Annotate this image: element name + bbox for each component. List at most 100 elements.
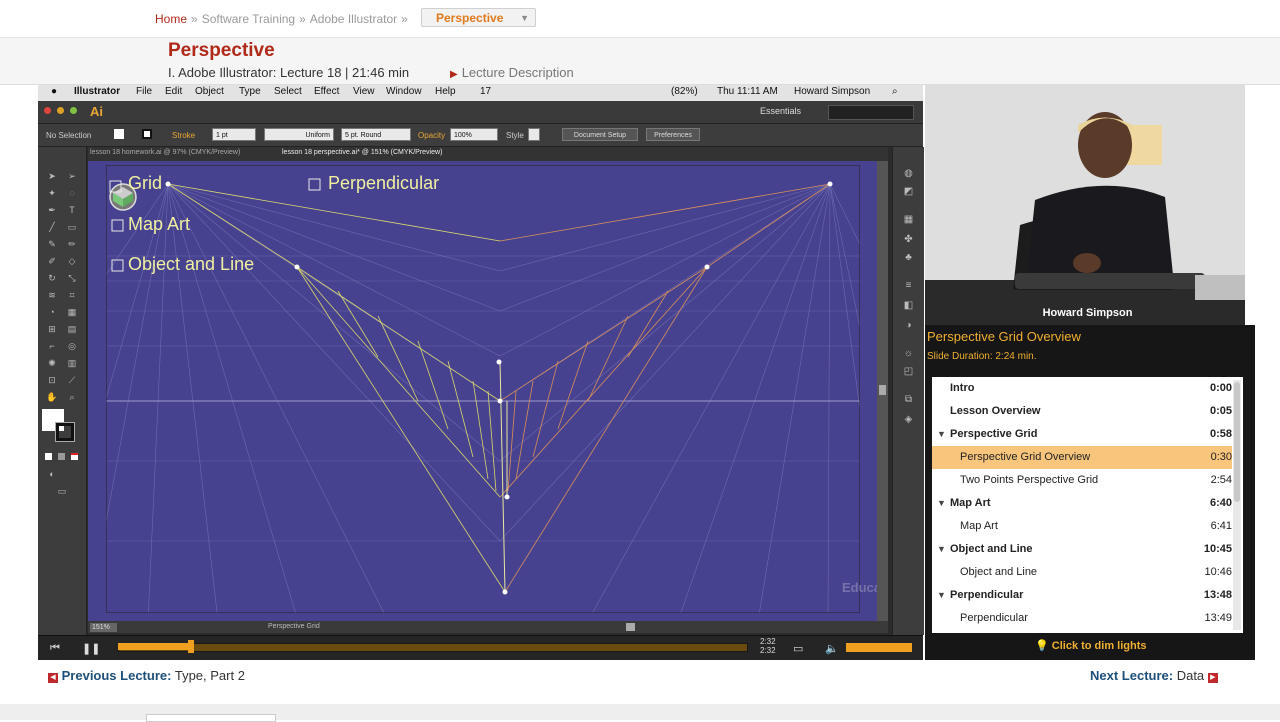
- skip-back-icon[interactable]: ⏮: [50, 642, 60, 655]
- magic-wand-icon: ✦: [48, 188, 56, 198]
- dim-lights-button[interactable]: 💡 Click to dim lights: [1035, 639, 1147, 652]
- breadcrumb-home-link[interactable]: Home: [155, 12, 187, 26]
- doc-tab-homework: lesson 18 homework.ai @ 97% (CMYK/Previe…: [90, 149, 241, 156]
- spotlight-search-icon: ⌕: [892, 86, 898, 97]
- time-total: 2:32: [760, 646, 776, 655]
- pencil-icon: ✏: [68, 239, 76, 249]
- breadcrumb: Home» Software Training» Adobe Illustrator…: [155, 12, 408, 26]
- mesh-icon: ⊞: [48, 324, 56, 334]
- list-item[interactable]: Lesson Overview 0:05: [932, 400, 1232, 423]
- expand-triangle-icon[interactable]: ▼: [937, 423, 946, 446]
- instructor-name: Howard Simpson: [1042, 307, 1133, 319]
- footer-tab[interactable]: [146, 714, 276, 722]
- canvas-label-grid: Grid: [128, 173, 163, 193]
- scrollbar-thumb: [879, 385, 886, 395]
- doc-tab-perspective: lesson 18 perspective.ai* @ 151% (CMYK/P…: [282, 149, 443, 156]
- window-zoom-icon: [70, 107, 77, 114]
- pause-icon[interactable]: ❚❚: [82, 642, 100, 655]
- instructor-image: [925, 85, 1245, 325]
- brushes-icon: ✤: [904, 234, 913, 245]
- line-tool-icon: ╱: [49, 222, 55, 232]
- list-item-active[interactable]: Perspective Grid Overview 0:30: [932, 446, 1232, 469]
- menu-edit: Edit: [165, 86, 183, 97]
- document-setup-button: Document Setup: [562, 128, 638, 141]
- opacity-field: 100%: [450, 128, 498, 141]
- next-lecture-link[interactable]: Next Lecture: Data ▶: [1090, 668, 1218, 683]
- canvas-vertical-scrollbar: [877, 161, 888, 621]
- variable-width-profile: Uniform: [264, 128, 334, 141]
- workspace-switcher: Essentials: [760, 106, 802, 116]
- menubar-user: Howard Simpson: [794, 86, 871, 97]
- swatches-icon: ▦: [903, 214, 914, 225]
- lecture-description-link[interactable]: ▶ Lecture Description: [450, 65, 574, 80]
- expand-triangle-icon[interactable]: ▼: [937, 584, 946, 607]
- artboard-canvas: Grid Perpendicular Map Art Object and Li…: [88, 161, 888, 621]
- arrow-right-icon: ▶: [1207, 673, 1218, 683]
- window-close-icon: [44, 107, 51, 114]
- warp-icon: ≋: [48, 290, 56, 300]
- stroke-color-icon: [55, 422, 75, 442]
- volume-icon[interactable]: 🔈: [825, 642, 839, 655]
- gradient-icon: ▤: [67, 324, 77, 334]
- zoom-field: 151%: [90, 623, 117, 632]
- graphic-styles-icon: ◰: [903, 366, 914, 377]
- list-item[interactable]: Object and Line 10:46: [932, 561, 1232, 584]
- breadcrumb-link-software-training[interactable]: Software Training: [202, 12, 295, 26]
- selection-status: No Selection: [46, 131, 92, 140]
- battery-status: (82%): [671, 86, 698, 97]
- stroke-panel-icon: ≡: [905, 280, 912, 291]
- volume-slider[interactable]: [846, 643, 912, 652]
- previous-lecture-link[interactable]: ◀ Previous Lecture: Type, Part 2: [48, 668, 245, 683]
- list-item[interactable]: Intro 0:00: [932, 377, 1232, 400]
- list-item[interactable]: ▼ Object and Line 10:45: [932, 538, 1232, 561]
- chevron-down-icon: ▼: [520, 13, 529, 23]
- opacity-label: Opacity: [418, 131, 446, 140]
- list-item[interactable]: Perpendicular 13:49: [932, 607, 1232, 630]
- progress-bar[interactable]: [118, 643, 748, 652]
- stroke-weight-field: 1 pt: [212, 128, 256, 141]
- transparency-icon: ◑: [905, 320, 912, 331]
- type-tool-icon: T: [69, 205, 75, 215]
- artboard-tool-icon: ⊡: [48, 375, 56, 385]
- list-item[interactable]: ▼ Perspective Grid 0:58: [932, 423, 1232, 446]
- list-item[interactable]: Map Art 6:41: [932, 515, 1232, 538]
- symbols-icon: ♣: [905, 252, 912, 263]
- style-swatch: [528, 128, 540, 141]
- tools-panel: ➤ ➢ ✦ ◌ ✒ T ╱ ▭ ✎ ✏ ✐ ◇ ↻ ⤡ ≋ ⌗ ◔ ▦ ⊞ ▤ …: [38, 147, 87, 635]
- scrollbar-thumb-horizontal: [626, 623, 635, 631]
- lesson-list-scroll-thumb[interactable]: [1234, 382, 1240, 502]
- artboards-icon: ⧉: [904, 394, 913, 405]
- list-item[interactable]: ▼ Perpendicular 13:48: [932, 584, 1232, 607]
- slice-tool-icon: ⟋: [68, 375, 76, 385]
- direct-selection-tool-icon: ➢: [68, 171, 76, 181]
- perspective-grid-tool-icon: ▦: [67, 307, 77, 317]
- style-label: Style: [506, 131, 524, 140]
- menu-effect: Effect: [314, 86, 340, 97]
- expand-triangle-icon[interactable]: ▼: [937, 492, 946, 515]
- illustrator-logo: Ai: [90, 104, 103, 119]
- gradient-panel-icon: ◧: [903, 300, 914, 311]
- canvas-label-object-and-line: Object and Line: [128, 254, 255, 274]
- progress-handle[interactable]: [188, 640, 194, 653]
- list-item[interactable]: Two Points Perspective Grid 2:54: [932, 469, 1232, 492]
- color-mode-icon: [45, 453, 52, 460]
- time-readout: 2:32 2:32: [760, 637, 776, 655]
- menu-illustrator: Illustrator: [74, 86, 121, 97]
- breadcrumb-link-adobe-illustrator[interactable]: Adobe Illustrator: [310, 12, 397, 26]
- apple-icon: ●: [51, 86, 58, 97]
- document-tabs: lesson 18 homework.ai @ 97% (CMYK/Previe…: [88, 147, 888, 161]
- expand-triangle-icon[interactable]: ▼: [937, 538, 946, 561]
- zoom-tool-icon: ⌕: [69, 392, 75, 402]
- gradient-mode-icon: [58, 453, 65, 460]
- list-item[interactable]: ▼ Map Art 6:40: [932, 492, 1232, 515]
- breadcrumb-current-dropdown[interactable]: Perspective ▼: [421, 8, 536, 27]
- selection-tool-icon: ➤: [48, 171, 56, 181]
- blob-brush-icon: ✐: [48, 256, 56, 266]
- fullscreen-icon[interactable]: ▭: [793, 642, 803, 655]
- stroke-swatch: [142, 129, 152, 139]
- lasso-icon: ◌: [69, 188, 75, 198]
- progress-bar-fill: [118, 643, 194, 650]
- lesson-outline: Intro 0:00 Lesson Overview 0:05 ▼ Perspecti…: [932, 377, 1243, 633]
- stroke-label: Stroke: [172, 131, 196, 140]
- triangle-right-icon: ▶: [450, 69, 458, 80]
